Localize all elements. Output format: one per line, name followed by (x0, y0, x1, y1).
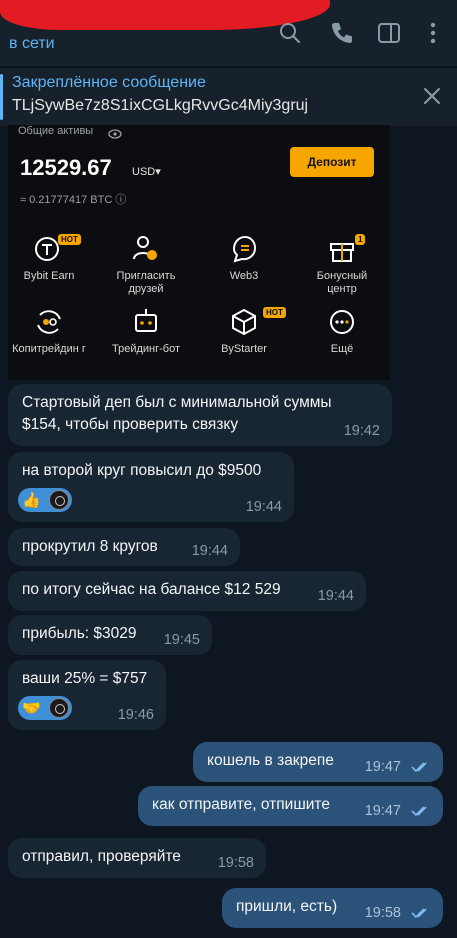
message-text: отправил, проверяйте (22, 848, 181, 865)
message-incoming[interactable]: Стартовый деп был с минимальной суммы $1… (8, 384, 392, 446)
message-outgoing[interactable]: пришли, есть) 19:58 (222, 888, 443, 928)
tile-bot: Трейдинг-бот (107, 305, 185, 356)
message-text: кошель в закрепе (207, 752, 334, 769)
tile-bybit-earn: HOT Bybit Earn (10, 232, 88, 283)
message-text: по итогу сейчас на балансе $12 529 (22, 581, 281, 598)
tile-bystarter: HOT ByStarter (205, 305, 286, 356)
gift-icon (330, 243, 354, 262)
handshake-icon: 🤝 (22, 700, 41, 717)
copytrade-icon (37, 310, 61, 334)
invite-icon (133, 236, 157, 260)
message-text: Стартовый деп был с минимальной суммы $1… (22, 394, 332, 433)
btc-equivalent: ≈ 0.21777417 BTC ⓘ (20, 194, 127, 206)
balance-currency: USD▾ (132, 166, 161, 178)
avatar (49, 698, 69, 718)
tile-label: Bybit Earn (23, 270, 75, 282)
message-time: 19:47 (364, 759, 401, 775)
tile-more: Ещё (303, 305, 381, 356)
message-time: 19:58 (217, 855, 254, 871)
count-badge: 1 (355, 234, 366, 245)
message-text: на второй круг повысил до $9500 (22, 462, 262, 479)
tile-invite: Пригласить друзей (107, 232, 185, 296)
tile-web3: Web3 (205, 232, 283, 283)
message-incoming[interactable]: отправил, проверяйте 19:58 (8, 838, 266, 878)
message-time: 19:44 (245, 499, 282, 515)
tile-label: ByStarter (221, 343, 267, 355)
hot-badge: HOT (58, 234, 81, 245)
deposit-button: Депозит (290, 147, 374, 177)
read-checks-icon (411, 806, 427, 817)
read-checks-icon (411, 908, 427, 919)
message-time: 19:46 (117, 707, 154, 723)
tile-label: Web3 (229, 270, 259, 282)
tile-label: Бонусный центр (316, 270, 368, 295)
chat-header: в сети (0, 0, 457, 66)
pinned-text: TLjSywBe7z8S1ixCGLkgRvvGc4Miy3gruj (12, 97, 309, 114)
tile-label: Пригласить друзей (116, 270, 176, 295)
more-icon[interactable] (420, 20, 446, 46)
tile-label: Ещё (330, 343, 354, 355)
bot-icon (135, 309, 157, 332)
message-outgoing[interactable]: как отправите, отпишите 19:47 (138, 786, 443, 826)
cube-icon (232, 308, 256, 336)
tile-label: Трейдинг-бот (111, 343, 180, 355)
message-time: 19:58 (364, 905, 401, 921)
more-dots-icon (330, 310, 354, 334)
message-time: 19:47 (364, 803, 401, 819)
thumbs-up-icon: 👍 (22, 492, 41, 509)
online-status: в сети (9, 35, 55, 52)
pinned-indicator (0, 74, 3, 120)
tile-bonus: 1 Бонусный центр (303, 232, 381, 296)
reaction-badge[interactable]: 🤝 (18, 696, 72, 720)
message-text: как отправите, отпишите (152, 796, 330, 813)
photo-message[interactable]: Общие активы 12529.67 USD▾ ≈ 0.21777417 … (8, 125, 390, 380)
read-checks-icon (411, 762, 427, 773)
message-time: 19:45 (163, 632, 200, 648)
reaction-badge[interactable]: 👍 (18, 488, 72, 512)
pinned-message-bar[interactable]: Закреплённое сообщение TLjSywBe7z8S1ixCG… (0, 67, 457, 126)
message-time: 19:44 (191, 543, 228, 559)
message-time: 19:42 (343, 423, 380, 439)
close-icon[interactable] (420, 84, 444, 108)
tile-label: Копитрейдин г (12, 343, 86, 355)
eye-icon (108, 126, 122, 139)
message-incoming[interactable]: прокрутил 8 кругов 19:44 (8, 528, 240, 566)
assets-label: Общие активы (18, 125, 94, 137)
sidebar-icon[interactable] (376, 20, 402, 46)
web3-icon (232, 235, 257, 263)
message-outgoing[interactable]: кошель в закрепе 19:47 (193, 742, 443, 782)
message-text: прибыль: $3029 (22, 625, 137, 642)
search-icon[interactable] (277, 20, 303, 46)
message-text: прокрутил 8 кругов (22, 538, 158, 555)
message-time: 19:44 (317, 588, 354, 604)
message-incoming[interactable]: прибыль: $3029 19:45 (8, 615, 212, 655)
message-text: ваши 25% = $757 (22, 670, 148, 687)
message-incoming[interactable]: по итогу сейчас на балансе $12 529 19:44 (8, 571, 366, 611)
hot-badge: HOT (263, 307, 286, 318)
pinned-title: Закреплённое сообщение (12, 74, 206, 91)
message-incoming[interactable]: на второй круг повысил до $9500 👍 19:44 (8, 452, 294, 522)
message-text: пришли, есть) (236, 898, 338, 915)
tile-copytrade: Копитрейдин г (10, 305, 88, 356)
avatar (49, 490, 69, 510)
balance-amount: 12529.67 (20, 155, 112, 180)
message-incoming[interactable]: ваши 25% = $757 🤝 19:46 (8, 660, 166, 730)
phone-icon[interactable] (329, 20, 355, 46)
